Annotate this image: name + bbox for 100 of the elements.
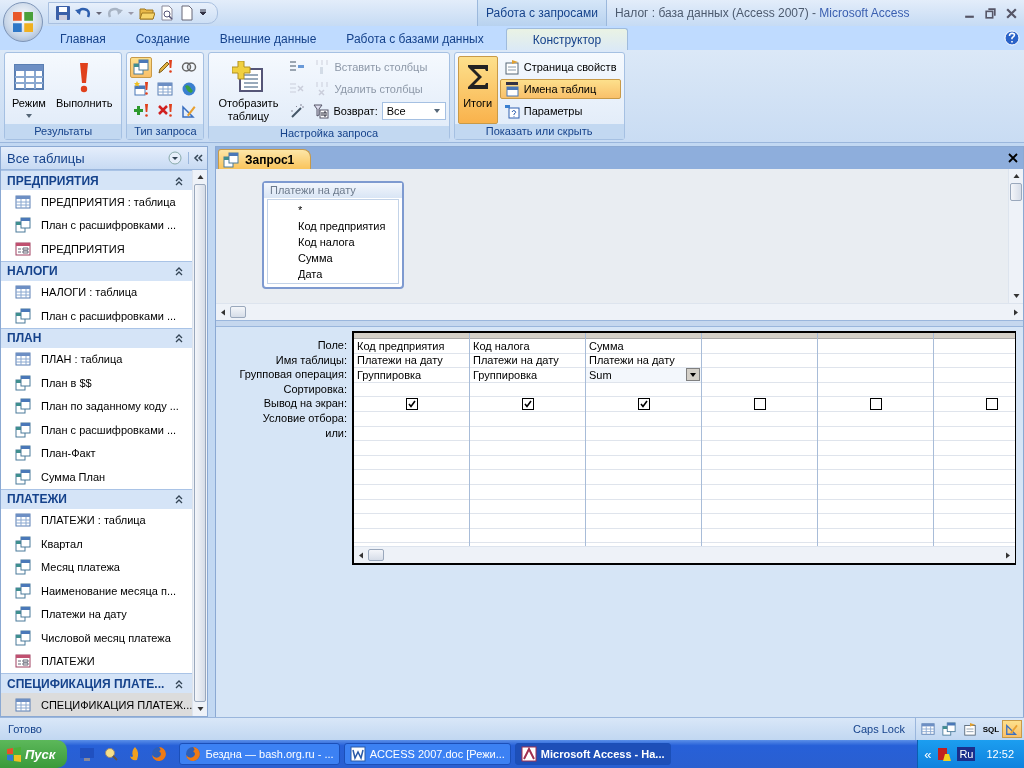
column-selector[interactable] bbox=[934, 333, 1015, 339]
field-name[interactable]: Сумма bbox=[268, 250, 398, 266]
taskbar-button[interactable]: Бездна — bash.org.ru - ... bbox=[179, 743, 340, 765]
group-header[interactable]: ПЛАН bbox=[1, 327, 192, 348]
table-cell[interactable]: Сумма bbox=[586, 339, 701, 354]
table-cell[interactable]: Код предприятия bbox=[354, 339, 469, 354]
table-cell[interactable] bbox=[470, 397, 585, 412]
checkbox[interactable] bbox=[521, 398, 534, 411]
navigation-item[interactable]: План с расшифровками ... bbox=[1, 213, 192, 237]
navigation-item[interactable]: ПЛАТЕЖИ : таблица bbox=[1, 508, 192, 532]
view-button[interactable] bbox=[1002, 720, 1022, 738]
group-header[interactable]: ПРЕДПРИЯТИЯ bbox=[1, 170, 192, 190]
view-button[interactable] bbox=[939, 720, 959, 738]
group-header[interactable]: ПЛАТЕЖИ bbox=[1, 488, 192, 509]
document-tab[interactable]: Запрос1 bbox=[218, 149, 312, 169]
field-name[interactable]: Код предприятия bbox=[268, 218, 398, 234]
ribbon-button[interactable]: Страница свойств bbox=[499, 57, 621, 77]
help-icon[interactable] bbox=[1004, 30, 1020, 46]
navigation-item[interactable]: План по заданному коду ... bbox=[1, 394, 192, 418]
navigation-item[interactable]: ПЛАН : таблица bbox=[1, 347, 192, 371]
ribbon-tab[interactable]: Конструктор bbox=[505, 28, 629, 50]
shield-warning-icon[interactable] bbox=[936, 746, 953, 762]
checkbox[interactable] bbox=[753, 398, 766, 411]
scroll-thumb[interactable] bbox=[368, 549, 384, 561]
sql-view-button[interactable]: SQL bbox=[981, 720, 1001, 738]
arrow-left-icon[interactable] bbox=[359, 551, 363, 559]
ribbon-tab[interactable]: Создание bbox=[121, 28, 204, 50]
navigation-item[interactable]: ПРЕДПРИЯТИЯ : таблица bbox=[1, 190, 192, 214]
scroll-thumb[interactable] bbox=[1010, 183, 1022, 201]
table-cell[interactable]: Платежи на дату bbox=[354, 353, 469, 369]
field-name[interactable]: Код налога bbox=[268, 234, 398, 250]
table-cell[interactable]: Группировка bbox=[354, 368, 469, 383]
arrow-down-icon[interactable] bbox=[196, 707, 204, 711]
table-cell[interactable] bbox=[818, 397, 933, 412]
checkbox[interactable] bbox=[985, 398, 998, 411]
language-indicator[interactable]: Ru bbox=[957, 747, 976, 761]
scrollbar[interactable] bbox=[192, 170, 207, 716]
column-selector[interactable] bbox=[818, 333, 933, 339]
navigation-item[interactable]: НАЛОГИ : таблица bbox=[1, 280, 192, 304]
ribbon-button[interactable]: Итоги bbox=[457, 56, 498, 124]
ribbon-tab[interactable]: Работа с базами данных bbox=[332, 28, 498, 50]
ribbon-tab[interactable]: Главная bbox=[46, 28, 120, 50]
scrollbar[interactable] bbox=[1008, 169, 1023, 303]
checkbox[interactable] bbox=[637, 398, 650, 411]
ribbon-button[interactable]: Имена таблиц bbox=[499, 79, 621, 99]
arrow-up-icon[interactable] bbox=[196, 175, 204, 179]
table-cell[interactable]: Код налога bbox=[470, 339, 585, 354]
office-button[interactable] bbox=[3, 2, 43, 42]
scrollbar[interactable] bbox=[216, 303, 1023, 320]
group-header[interactable]: СПЕЦИФИКАЦИЯ ПЛАТЕ... bbox=[1, 673, 192, 693]
taskbar-button[interactable]: ACCESS 2007.doc [Режи... bbox=[343, 743, 511, 765]
ribbon-button[interactable]: Режим bbox=[8, 56, 50, 124]
group-header[interactable]: НАЛОГИ bbox=[1, 260, 192, 281]
column-selector[interactable] bbox=[702, 333, 817, 339]
table-cell[interactable]: Группировка bbox=[470, 368, 585, 383]
folder-icon[interactable] bbox=[139, 5, 155, 21]
table-cell[interactable] bbox=[354, 397, 469, 412]
caret-icon[interactable] bbox=[127, 9, 135, 17]
arrow-right-icon[interactable] bbox=[1006, 551, 1010, 559]
navigation-item[interactable]: Сумма План bbox=[1, 465, 192, 489]
desktop-icon[interactable] bbox=[79, 746, 96, 762]
navigation-item[interactable]: ПЛАТЕЖИ bbox=[1, 649, 192, 673]
column-selector[interactable] bbox=[586, 333, 701, 339]
arrow-up-icon[interactable] bbox=[1012, 174, 1020, 178]
scrollbar[interactable] bbox=[354, 546, 1015, 563]
arrow-right-icon[interactable] bbox=[1014, 308, 1018, 316]
close-icon[interactable] bbox=[1005, 6, 1018, 20]
navigation-item[interactable]: Числовой месяц платежа bbox=[1, 626, 192, 650]
navigation-item[interactable]: План-Факт bbox=[1, 441, 192, 465]
taskbar-button[interactable]: Microsoft Access - На... bbox=[514, 743, 671, 765]
column-selector[interactable] bbox=[354, 333, 469, 339]
table-cell[interactable]: Sum bbox=[586, 368, 701, 383]
navigation-item[interactable]: План с расшифровками ... bbox=[1, 304, 192, 328]
print-preview-icon[interactable] bbox=[159, 5, 175, 21]
table-cell[interactable] bbox=[934, 397, 1015, 412]
scroll-thumb[interactable] bbox=[230, 306, 246, 318]
navigation-item[interactable]: Платежи на дату bbox=[1, 602, 192, 626]
arrow-left-icon[interactable] bbox=[221, 308, 225, 316]
ribbon-tab[interactable]: Внешние данные bbox=[205, 28, 331, 50]
table-field-list[interactable]: Платежи на дату * Код предприятия Код налога Сумма Дата bbox=[262, 181, 404, 289]
restore-icon[interactable] bbox=[984, 6, 997, 20]
caret-icon[interactable] bbox=[95, 9, 103, 17]
ribbon-button[interactable]: Отобразить таблицу bbox=[212, 56, 285, 126]
table-cell[interactable] bbox=[586, 397, 701, 412]
save-icon[interactable] bbox=[55, 5, 71, 21]
checkbox[interactable] bbox=[405, 398, 418, 411]
icon-button[interactable] bbox=[130, 56, 153, 78]
navigation-item[interactable]: ПРЕДПРИЯТИЯ bbox=[1, 237, 192, 261]
search-icon[interactable] bbox=[103, 746, 120, 762]
dropdown-icon[interactable] bbox=[168, 151, 182, 165]
navigation-item[interactable]: СПЕЦИФИКАЦИЯ ПЛАТЕЖ... bbox=[1, 693, 192, 716]
navigation-item[interactable]: План с расшифровками ... bbox=[1, 418, 192, 442]
checkbox[interactable] bbox=[869, 398, 882, 411]
field-name[interactable]: * bbox=[268, 202, 398, 218]
scroll-thumb[interactable] bbox=[194, 184, 206, 702]
customize-caret-icon[interactable] bbox=[199, 9, 207, 17]
arrow-down-icon[interactable] bbox=[1012, 294, 1020, 298]
navigation-item[interactable]: Наименование месяца п... bbox=[1, 579, 192, 603]
ribbon-button[interactable]: Параметры bbox=[499, 101, 621, 121]
navigation-item[interactable]: Квартал bbox=[1, 532, 192, 556]
